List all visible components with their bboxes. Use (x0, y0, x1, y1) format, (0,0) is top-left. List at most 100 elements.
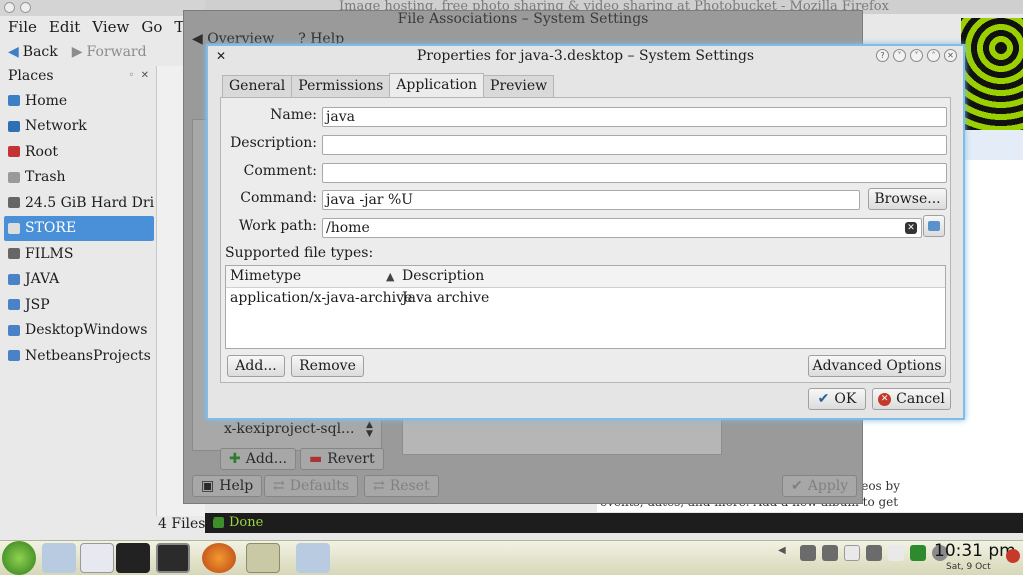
help-icon: ▣ (201, 478, 215, 494)
place-item[interactable]: Home (4, 88, 154, 114)
close-icon[interactable]: ✕ (944, 49, 957, 62)
system-settings-task-icon[interactable] (246, 543, 280, 573)
place-item[interactable]: STORE (4, 215, 154, 241)
browse-folder-button[interactable] (923, 215, 945, 237)
menu-view[interactable]: View (92, 18, 129, 40)
dolphin-task-icon[interactable] (296, 543, 330, 573)
table-header: Mimetype ▲ Description (226, 266, 945, 288)
ok-button[interactable]: ✔ OK (808, 388, 866, 410)
volume-icon[interactable] (800, 545, 816, 561)
tab-application[interactable]: Application (389, 73, 485, 97)
place-item[interactable]: 24.5 GiB Hard Drive (4, 190, 154, 216)
command-field[interactable]: java -jar %U (322, 190, 860, 210)
place-item[interactable]: JSP (4, 292, 154, 318)
browse-button[interactable]: Browse... (868, 188, 947, 210)
tree-scroll-arrows[interactable]: ▲ ▼ (366, 421, 373, 439)
clock-date[interactable]: Sat, 9 Oct (946, 562, 991, 572)
place-item[interactable]: FILMS (4, 241, 154, 267)
ok-label: OK (834, 391, 857, 407)
dolphin-titlebar (0, 0, 205, 16)
mime-tree-item[interactable]: x-kexiproject-sql... (224, 421, 354, 437)
tab-bar: General Permissions Application Preview (222, 73, 555, 97)
cancel-label: Cancel (896, 391, 945, 407)
cancel-icon: ✕ (878, 392, 892, 406)
forward-button[interactable]: ▶ Forward (72, 42, 147, 62)
tools-icon[interactable]: ✕ (214, 49, 228, 63)
place-label: STORE (25, 220, 77, 237)
battery-icon[interactable] (888, 545, 904, 561)
application-launcher-icon[interactable] (2, 541, 36, 575)
place-icon (8, 273, 20, 285)
fa-revert-button[interactable]: ▬ Revert (300, 448, 384, 470)
file-manager-task-icon[interactable] (42, 543, 76, 573)
scim-task-icon[interactable] (80, 543, 114, 573)
plus-icon: ✚ (229, 451, 241, 467)
name-label: Name: (270, 107, 317, 123)
clipboard-icon[interactable] (844, 545, 860, 561)
column-mimetype[interactable]: Mimetype (230, 266, 301, 287)
clock-time[interactable]: 10:31 pm (934, 541, 1016, 561)
maximize-icon[interactable]: ˄ (927, 49, 940, 62)
power-icon[interactable] (1006, 549, 1020, 563)
fa-reset-button[interactable]: ⇄ Reset (364, 475, 439, 497)
firefox-task-icon[interactable] (202, 543, 236, 573)
shade-icon[interactable]: ˅ (893, 49, 906, 62)
fa-help-button[interactable]: ▣ Help (192, 475, 263, 497)
description-cell: Java archive (402, 290, 490, 306)
dolphin-statusbar: 4 Files ( (158, 516, 216, 532)
tab-general[interactable]: General (222, 75, 293, 97)
place-item[interactable]: Trash (4, 165, 154, 191)
menu-edit[interactable]: Edit (49, 18, 80, 40)
device-notifier-icon[interactable] (822, 545, 838, 561)
clear-text-icon[interactable]: ✕ (905, 222, 917, 234)
cancel-button[interactable]: ✕ Cancel (872, 388, 951, 410)
comment-field[interactable] (322, 163, 947, 183)
panel-controls[interactable]: ◦ ✕ (128, 66, 149, 86)
minus-icon: ▬ (309, 451, 323, 467)
sticky-icon[interactable] (20, 2, 31, 13)
place-label: Network (25, 118, 87, 135)
name-field[interactable]: java (322, 107, 947, 127)
tray-expand-icon[interactable]: ◀ (778, 545, 794, 561)
help-window-icon[interactable]: ? (876, 49, 889, 62)
place-item[interactable]: JAVA (4, 267, 154, 293)
minimize-icon[interactable]: ˅ (910, 49, 923, 62)
back-label: Back (22, 44, 58, 60)
place-icon (8, 171, 20, 183)
terminal-task-icon[interactable] (116, 543, 150, 573)
fa-revert-label: Revert (327, 451, 375, 467)
drive-icon[interactable] (866, 545, 882, 561)
properties-dialog: ✕ Properties for java-3.desktop – System… (206, 44, 965, 420)
place-item[interactable]: NetbeansProjects (4, 343, 154, 369)
place-item[interactable]: Network (4, 114, 154, 140)
place-item[interactable]: Root (4, 139, 154, 165)
workpath-label: Work path: (238, 218, 317, 234)
remove-type-button[interactable]: Remove (291, 355, 364, 377)
taskbar: ◀ 10:31 pm Sat, 9 Oct (0, 540, 1023, 575)
terminal2-task-icon[interactable] (156, 543, 190, 573)
menu-file[interactable]: File (8, 18, 37, 40)
tab-permissions[interactable]: Permissions (291, 75, 391, 97)
fa-defaults-button[interactable]: ⇄ Defaults (264, 475, 359, 497)
column-description[interactable]: Description (402, 266, 484, 287)
place-icon (8, 95, 20, 107)
fa-apply-button[interactable]: ✔ Apply (782, 475, 858, 497)
back-button[interactable]: ◀ Back (8, 42, 58, 62)
description-field[interactable] (322, 135, 947, 155)
fa-add-label: Add... (245, 451, 288, 467)
page-decoration-image (961, 18, 1023, 148)
table-row[interactable]: application/x-java-archive Java archive (226, 288, 945, 308)
place-item[interactable]: DesktopWindows (4, 318, 154, 344)
menu-go[interactable]: Go (141, 18, 162, 40)
window-menu-icon[interactable] (4, 2, 15, 13)
place-label: FILMS (25, 245, 74, 262)
fa-add-button[interactable]: ✚ Add... (220, 448, 297, 470)
place-icon (8, 120, 20, 132)
workpath-field[interactable]: /home ✕ (322, 218, 922, 238)
tab-preview[interactable]: Preview (483, 75, 555, 97)
place-label: 24.5 GiB Hard Drive (25, 194, 154, 211)
network-icon[interactable] (910, 545, 926, 561)
add-type-button[interactable]: Add... (227, 355, 285, 377)
advanced-options-button[interactable]: Advanced Options (808, 355, 946, 377)
place-icon (8, 222, 20, 234)
